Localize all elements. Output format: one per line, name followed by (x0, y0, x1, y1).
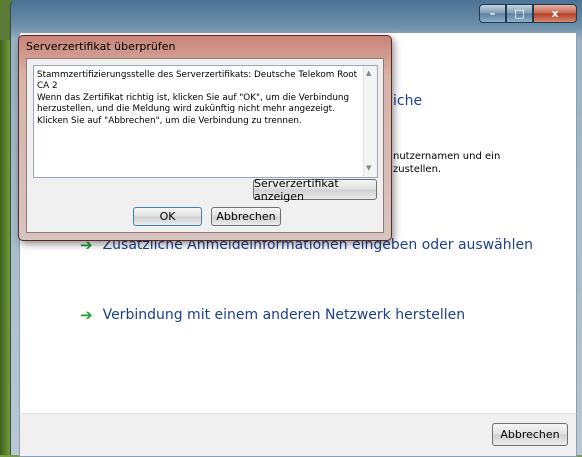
show-certificate-button[interactable]: Serverzertifikat anzeigen (253, 177, 377, 203)
maximize-button[interactable]: □ (506, 4, 533, 23)
close-button[interactable]: x (533, 4, 577, 23)
message-line: herzustellen, und die Meldung wird zukün… (37, 104, 335, 115)
message-box: Stammzertifizierungsstelle des Serverzer… (33, 65, 378, 178)
dialog-cancel-button[interactable]: Abbrechen (211, 207, 281, 226)
message-line: Klicken Sie auf "Abbrechen", um die Verb… (37, 115, 302, 126)
message-line: CA 2 (37, 81, 58, 92)
window-title-buttons: – □ x (479, 4, 577, 23)
link-other-network[interactable]: ➔ Verbindung mit einem anderen Netzwerk … (80, 306, 465, 324)
partial-heading: iche (393, 93, 423, 109)
link-label: Verbindung mit einem anderen Netzwerk he… (102, 307, 466, 323)
partial-text-line1: nutzernamen und ein (393, 151, 501, 162)
main-cancel-button[interactable]: Abbrechen (492, 423, 568, 446)
minimize-button[interactable]: – (479, 4, 506, 23)
green-right-arrow-icon: ➔ (80, 306, 93, 324)
scroll-up-icon[interactable]: ▲ (366, 69, 371, 77)
message-scrollbar[interactable]: ▲ ▼ (363, 66, 377, 177)
dialog-body: Stammzertifizierungsstelle des Serverzer… (26, 58, 384, 233)
ok-button[interactable]: OK (133, 207, 202, 226)
message-line: Wenn das Zertifikat richtig ist, klicken… (37, 92, 350, 103)
partial-text-line2: zustellen. (393, 164, 442, 175)
certificate-dialog: Serverzertifikat überprüfen Stammzertifi… (18, 35, 392, 241)
scroll-down-icon[interactable]: ▼ (366, 164, 371, 172)
message-text: Stammzertifizierungsstelle des Serverzer… (37, 70, 362, 127)
dialog-title: Serverzertifikat überprüfen (26, 40, 176, 53)
message-line: Stammzertifizierungsstelle des Serverzer… (37, 70, 358, 80)
main-footer: Abbrechen (19, 413, 577, 457)
